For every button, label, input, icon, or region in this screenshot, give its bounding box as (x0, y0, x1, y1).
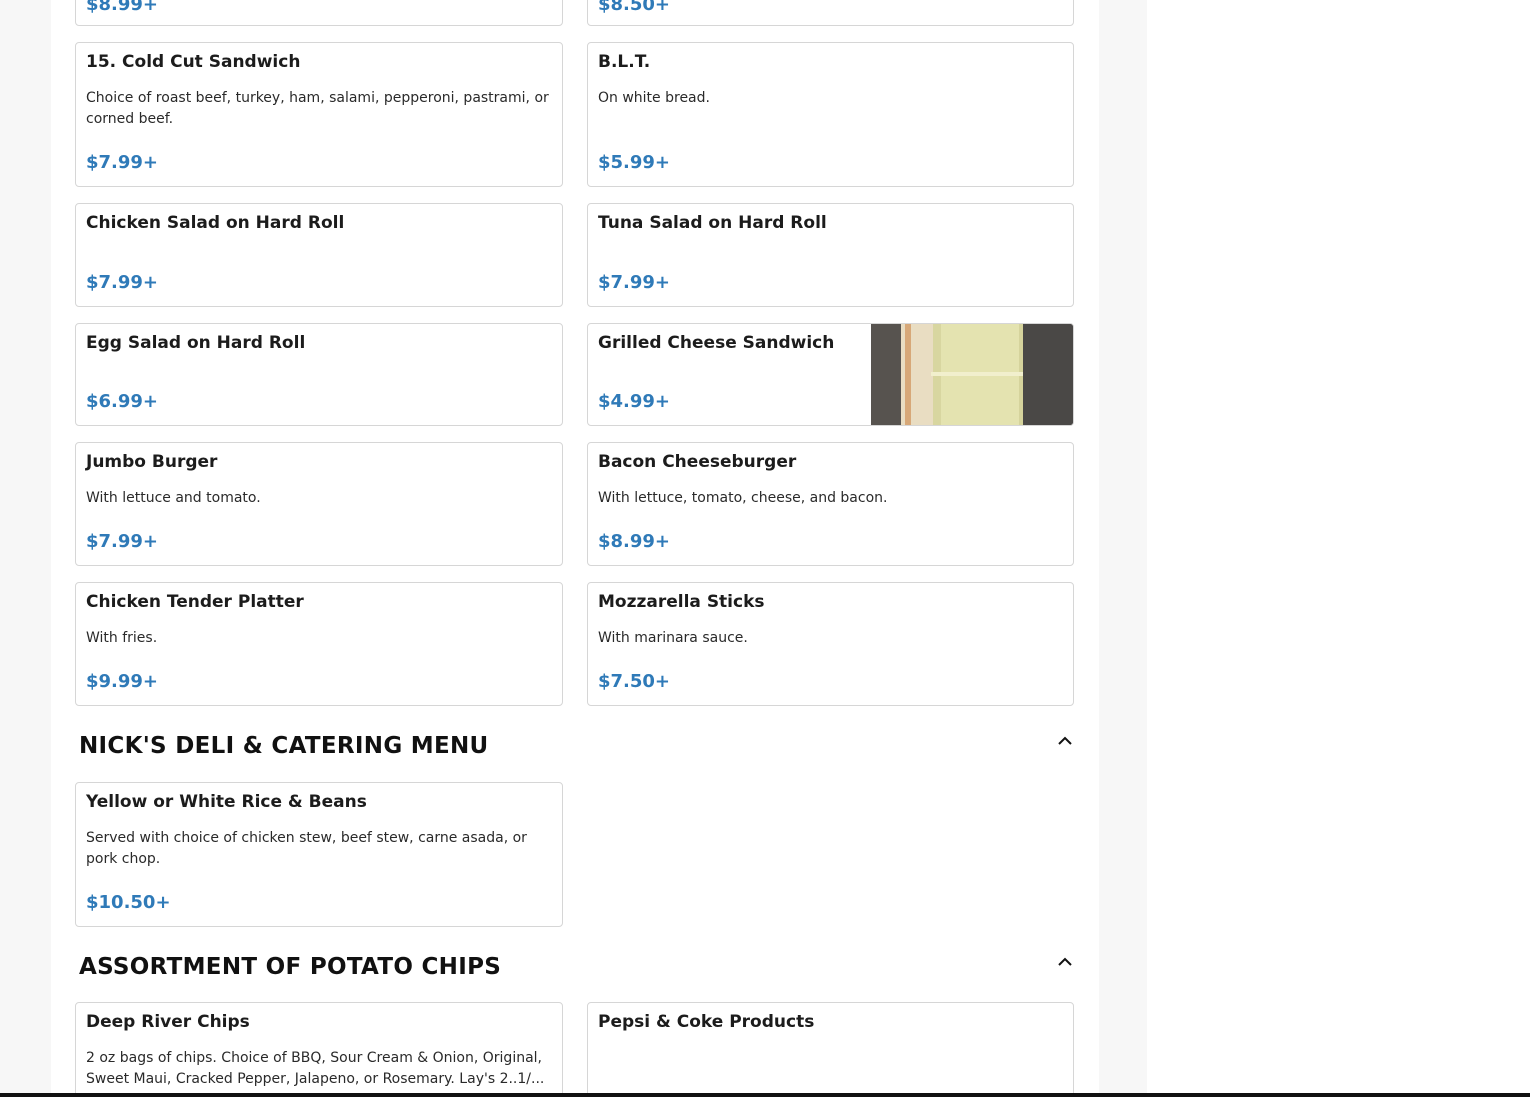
chevron-up-icon[interactable] (1057, 955, 1073, 967)
item-price: $5.99+ (598, 152, 671, 173)
right-panel (1147, 0, 1530, 1093)
item-price: $7.99+ (86, 152, 159, 173)
item-title: Pepsi & Coke Products (598, 1012, 815, 1032)
item-title: Egg Salad on Hard Roll (86, 333, 306, 353)
menu-item-card[interactable]: $8.99+ (75, 0, 563, 26)
item-title: Chicken Tender Platter (86, 592, 304, 612)
item-title: Grilled Cheese Sandwich (598, 333, 835, 353)
item-title: Jumbo Burger (86, 452, 218, 472)
item-price: $4.99+ (598, 391, 671, 412)
item-price: $8.50+ (598, 0, 671, 15)
item-price: $7.99+ (86, 272, 159, 293)
grilled-cheese-photo (871, 324, 1073, 425)
item-description: 2 oz bags of chips. Choice of BBQ, Sour … (86, 1050, 545, 1087)
menu-item-card[interactable]: Pepsi & Coke Products (587, 1002, 1074, 1097)
item-description: Choice of roast beef, turkey, ham, salam… (86, 90, 549, 127)
item-description: With lettuce and tomato. (86, 490, 261, 506)
chevron-up-icon[interactable] (1057, 734, 1073, 746)
item-title: B.L.T. (598, 52, 651, 72)
section-heading: NICK'S DELI & CATERING MENU (79, 733, 489, 759)
item-price: $7.99+ (598, 272, 671, 293)
grilled-cheese-image (871, 324, 1073, 425)
section-heading: ASSORTMENT OF POTATO CHIPS (79, 954, 502, 980)
menu-item-card[interactable]: Egg Salad on Hard Roll $6.99+ (75, 323, 563, 426)
item-description: On white bread. (598, 90, 710, 106)
item-description: With lettuce, tomato, cheese, and bacon. (598, 490, 888, 506)
item-price: $8.99+ (598, 531, 671, 552)
menu-item-card[interactable]: Bacon Cheeseburger With lettuce, tomato,… (587, 442, 1074, 566)
item-price: $6.99+ (86, 391, 159, 412)
item-title: Mozzarella Sticks (598, 592, 765, 612)
menu-item-card[interactable]: Jumbo Burger With lettuce and tomato. $7… (75, 442, 563, 566)
item-description: With fries. (86, 630, 158, 646)
menu-item-card[interactable]: Grilled Cheese Sandwich $4.99+ (587, 323, 1074, 426)
menu-item-card[interactable]: Chicken Salad on Hard Roll $7.99+ (75, 203, 563, 307)
menu-item-card[interactable]: Yellow or White Rice & Beans Served with… (75, 782, 563, 927)
item-price: $9.99+ (86, 671, 159, 692)
item-title: 15. Cold Cut Sandwich (86, 52, 301, 72)
item-title: Deep River Chips (86, 1012, 250, 1032)
item-title: Chicken Salad on Hard Roll (86, 213, 345, 233)
item-price: $7.50+ (598, 671, 671, 692)
menu-item-card[interactable]: Deep River Chips 2 oz bags of chips. Cho… (75, 1002, 563, 1097)
item-price: $10.50+ (86, 892, 171, 913)
item-title: Yellow or White Rice & Beans (86, 792, 367, 812)
menu-item-card[interactable]: Chicken Tender Platter With fries. $9.99… (75, 582, 563, 706)
item-description: With marinara sauce. (598, 630, 748, 646)
menu-item-card[interactable]: B.L.T. On white bread. $5.99+ (587, 42, 1074, 187)
item-price: $7.99+ (86, 531, 159, 552)
menu-item-card[interactable]: Mozzarella Sticks With marinara sauce. $… (587, 582, 1074, 706)
menu-item-card[interactable]: 15. Cold Cut Sandwich Choice of roast be… (75, 42, 563, 187)
menu-item-card[interactable]: Tuna Salad on Hard Roll $7.99+ (587, 203, 1074, 307)
item-price: $8.99+ (86, 0, 159, 15)
menu-item-card[interactable]: $8.50+ (587, 0, 1074, 26)
bottom-bar (0, 1093, 1530, 1097)
item-description: Served with choice of chicken stew, beef… (86, 830, 527, 867)
item-title: Tuna Salad on Hard Roll (598, 213, 827, 233)
item-title: Bacon Cheeseburger (598, 452, 797, 472)
